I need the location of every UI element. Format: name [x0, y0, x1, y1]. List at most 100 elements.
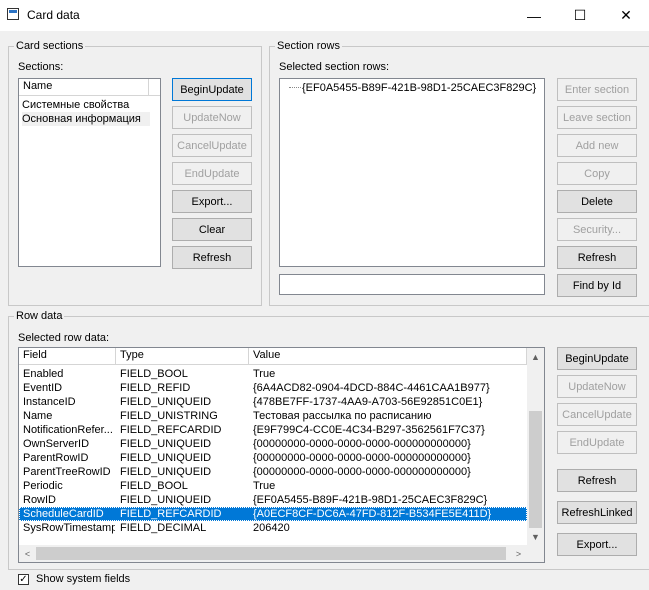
cell-type: FIELD_UNIQUEID: [120, 452, 212, 464]
check-mark-icon: ✓: [19, 574, 28, 585]
button-label: Refresh: [577, 474, 617, 487]
cell-value: {A0ECF8CF-DC6A-47FD-812F-B534FE5E411D}: [253, 508, 492, 520]
leave-section-button[interactable]: Leave section: [557, 106, 637, 129]
cell-type: FIELD_REFCARDID: [120, 424, 222, 436]
rowdata-update-now-button[interactable]: UpdateNow: [557, 375, 637, 398]
button-label: CancelUpdate: [177, 139, 247, 152]
section-item[interactable]: Основная информация: [22, 112, 150, 126]
sections-list-header: Name: [19, 79, 160, 96]
delete-button[interactable]: Delete: [557, 190, 637, 213]
close-button[interactable]: ✕: [603, 0, 649, 31]
sections-end-update-button[interactable]: EndUpdate: [172, 162, 252, 185]
sections-label: Sections:: [18, 61, 64, 73]
cell-field: SysRowTimestamp: [23, 522, 115, 534]
vertical-scrollbar[interactable]: ▲ ▼: [527, 348, 544, 545]
show-system-fields-label: Show system fields: [36, 573, 131, 585]
section-rows-refresh-button[interactable]: Refresh: [557, 246, 637, 269]
button-label: Security...: [572, 223, 622, 236]
cell-value: {00000000-0000-0000-0000-000000000000}: [253, 466, 471, 478]
sections-update-now-button[interactable]: UpdateNow: [172, 106, 252, 129]
sections-refresh-button[interactable]: Refresh: [172, 246, 252, 269]
sections-clear-button[interactable]: Clear: [172, 218, 252, 241]
table-row[interactable]: Periodic FIELD_BOOL True: [19, 479, 527, 493]
table-row[interactable]: Enabled FIELD_BOOL True: [19, 367, 527, 381]
rowdata-cancel-update-button[interactable]: CancelUpdate: [557, 403, 637, 426]
cell-field: ParentTreeRowID: [23, 466, 111, 478]
cell-type: FIELD_DECIMAL: [120, 522, 207, 534]
minimize-button[interactable]: —: [511, 0, 557, 31]
table-row[interactable]: EventID FIELD_REFID {6A4ACD82-0904-4DCD-88…: [19, 381, 527, 395]
section-rows-tree[interactable]: {EF0A5455-B89F-421B-98D1-25CAEC3F829C}: [279, 78, 545, 267]
card-sections-group-label: Card sections: [14, 40, 86, 52]
cell-type: FIELD_REFID: [120, 382, 191, 394]
button-label: BeginUpdate: [180, 83, 244, 96]
table-row[interactable]: NotificationRefer... FIELD_REFCARDID {E9F7…: [19, 423, 527, 437]
cell-type: FIELD_UNIQUEID: [120, 494, 212, 506]
cell-type: FIELD_UNISTRING: [120, 410, 218, 422]
table-row[interactable]: ScheduleCardID FIELD_REFCARDID {A0ECF8CF-D…: [19, 507, 527, 521]
table-row[interactable]: OwnServerID FIELD_UNIQUEID {00000000-0000-…: [19, 437, 527, 451]
table-row[interactable]: Name FIELD_UNISTRING Тестовая рассылка по …: [19, 409, 527, 423]
sections-cancel-update-button[interactable]: CancelUpdate: [172, 134, 252, 157]
table-row[interactable]: InstanceID FIELD_UNIQUEID {478BE7FF-1737-4…: [19, 395, 527, 409]
table-row[interactable]: ParentTreeRowID FIELD_UNIQUEID {00000000-0…: [19, 465, 527, 479]
rowdata-refresh-button[interactable]: Refresh: [557, 469, 637, 492]
table-row[interactable]: RowID FIELD_UNIQUEID {EF0A5455-B89F-421B-9…: [19, 493, 527, 507]
cell-field: Periodic: [23, 480, 63, 492]
button-label: CancelUpdate: [562, 408, 632, 421]
selected-row-data-label: Selected row data:: [18, 332, 110, 344]
add-new-button[interactable]: Add new: [557, 134, 637, 157]
sections-column-name[interactable]: Name: [19, 79, 149, 95]
cell-type: FIELD_UNIQUEID: [120, 466, 212, 478]
button-label: UpdateNow: [568, 380, 626, 393]
button-label: EndUpdate: [569, 436, 625, 449]
scroll-left-icon[interactable]: <: [19, 545, 36, 562]
find-by-id-button[interactable]: Find by Id: [557, 274, 637, 297]
cell-type: FIELD_UNIQUEID: [120, 396, 212, 408]
tree-item[interactable]: {EF0A5455-B89F-421B-98D1-25CAEC3F829C}: [302, 81, 536, 95]
show-system-fields-checkbox[interactable]: ✓: [18, 574, 29, 585]
sections-export-button[interactable]: Export...: [172, 190, 252, 213]
cell-value: True: [253, 480, 276, 492]
enter-section-button[interactable]: Enter section: [557, 78, 637, 101]
window-app-icon: [7, 8, 19, 20]
rowdata-begin-update-button[interactable]: BeginUpdate: [557, 347, 637, 370]
row-data-list[interactable]: Field Type Value Enabled FIELD_BOOL True Ev…: [18, 347, 545, 563]
tree-connector: [289, 87, 301, 88]
sections-begin-update-button[interactable]: BeginUpdate: [172, 78, 252, 101]
section-item[interactable]: Системные свойства: [22, 98, 129, 112]
table-row[interactable]: ParentRowID FIELD_UNIQUEID {00000000-0000-…: [19, 451, 527, 465]
scroll-down-icon[interactable]: ▼: [527, 528, 544, 545]
column-field[interactable]: Field: [19, 348, 116, 364]
minimize-icon: —: [527, 7, 541, 24]
rowdata-end-update-button[interactable]: EndUpdate: [557, 431, 637, 454]
cell-value: Тестовая рассылка по расписанию: [253, 410, 432, 422]
maximize-button[interactable]: ☐: [557, 0, 603, 31]
scroll-up-icon[interactable]: ▲: [527, 348, 544, 365]
cell-type: FIELD_REFCARDID: [120, 508, 222, 520]
horizontal-scroll-thumb[interactable]: [36, 547, 506, 560]
cell-type: FIELD_UNIQUEID: [120, 438, 212, 450]
security-button[interactable]: Security...: [557, 218, 637, 241]
rowdata-export-button[interactable]: Export...: [557, 533, 637, 556]
column-type[interactable]: Type: [116, 348, 249, 364]
sections-list[interactable]: Name Системные свойства Основная информа…: [18, 78, 161, 267]
vertical-scroll-thumb[interactable]: [529, 411, 542, 528]
button-label: Clear: [198, 223, 226, 236]
button-label: Leave section: [563, 111, 631, 124]
column-value[interactable]: Value: [249, 348, 527, 364]
cell-type: FIELD_BOOL: [120, 480, 188, 492]
copy-button[interactable]: Copy: [557, 162, 637, 185]
row-id-input[interactable]: [279, 274, 545, 295]
horizontal-scrollbar[interactable]: < >: [19, 545, 527, 562]
button-label: Find by Id: [572, 279, 622, 292]
cell-value: 206420: [253, 522, 290, 534]
table-row[interactable]: SysRowTimestamp FIELD_DECIMAL 206420: [19, 521, 527, 535]
row-data-group-label: Row data: [14, 310, 65, 322]
cell-type: FIELD_BOOL: [120, 368, 188, 380]
selected-section-rows-label: Selected section rows:: [279, 61, 390, 73]
rowdata-refresh-linked-button[interactable]: RefreshLinked: [557, 501, 637, 524]
scroll-right-icon[interactable]: >: [510, 545, 527, 562]
button-label: Delete: [581, 195, 613, 208]
cell-field: EventID: [23, 382, 63, 394]
